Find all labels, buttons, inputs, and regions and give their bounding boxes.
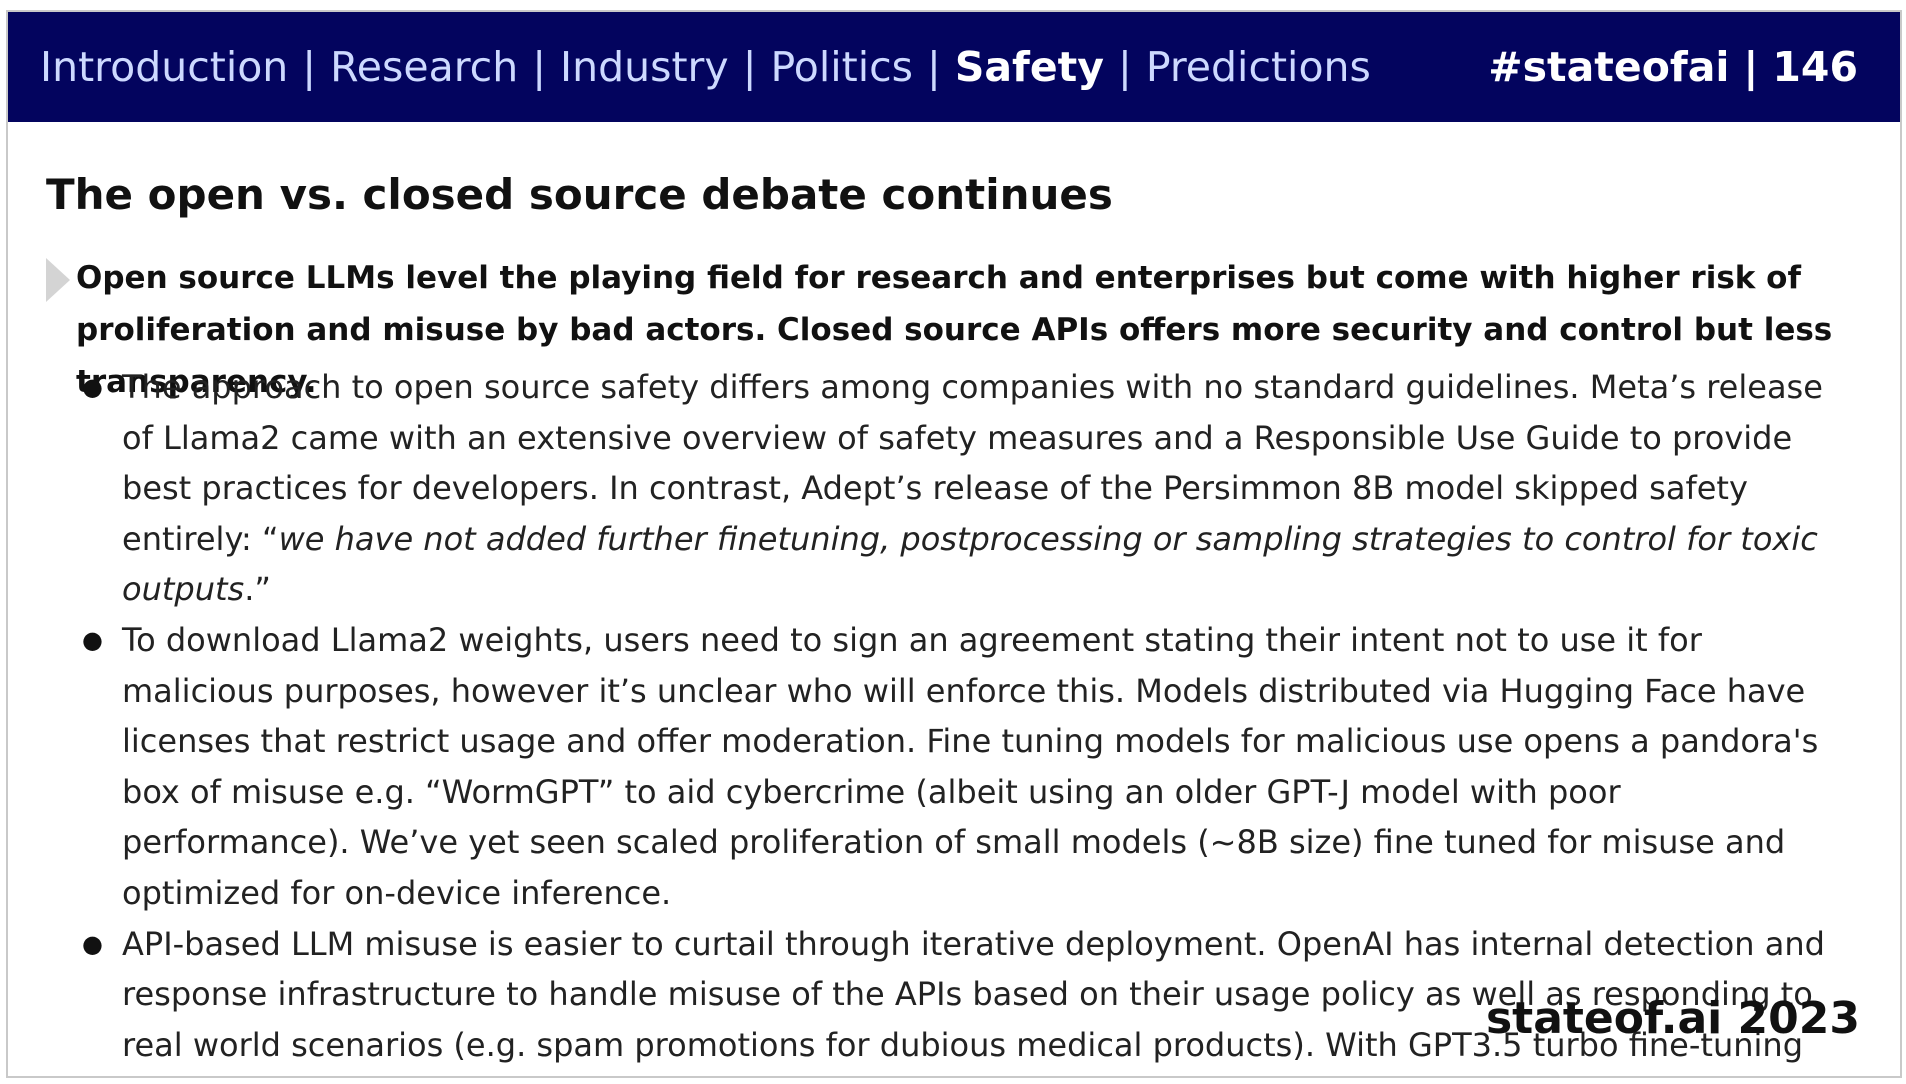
tag-separator: | xyxy=(1743,43,1759,91)
header-bar: Introduction | Research | Industry | Pol… xyxy=(8,12,1900,122)
bullet-text: The approach to open source safety diffe… xyxy=(122,362,1857,615)
slide: Introduction | Research | Industry | Pol… xyxy=(6,10,1902,1078)
nav-separator: | xyxy=(1118,43,1132,91)
bullet-dot-icon: ● xyxy=(82,373,103,401)
nav-separator: | xyxy=(302,43,317,91)
bullet-dot-icon: ● xyxy=(82,625,103,654)
section-nav: Introduction | Research | Industry | Pol… xyxy=(40,43,1371,91)
slide-title: The open vs. closed source debate contin… xyxy=(46,170,1113,219)
footer-brand: stateof.ai 2023 xyxy=(1485,993,1860,1044)
bullet-text: To download Llama2 weights, users need t… xyxy=(122,620,1819,912)
nav-separator: | xyxy=(742,43,757,91)
list-item: ● The approach to open source safety dif… xyxy=(82,362,1857,615)
nav-separator: | xyxy=(532,43,547,91)
nav-separator: | xyxy=(927,43,941,91)
hashtag: #stateofai xyxy=(1488,43,1730,91)
nav-item-safety[interactable]: Safety xyxy=(955,43,1104,91)
bullet-text-after: .” xyxy=(244,570,271,609)
list-item: ● To download Llama2 weights, users need… xyxy=(82,615,1857,919)
nav-item-industry[interactable]: Industry xyxy=(560,43,729,91)
slide-tag: #stateofai | 146 xyxy=(1488,43,1858,91)
nav-item-predictions[interactable]: Predictions xyxy=(1146,43,1371,91)
nav-item-politics[interactable]: Politics xyxy=(771,43,914,91)
bullet-list: ● The approach to open source safety dif… xyxy=(82,362,1857,1076)
bullet-dot-icon: ● xyxy=(82,929,103,958)
bullet-quote: we have not added further finetuning, po… xyxy=(122,519,1818,609)
triangle-arrow-icon xyxy=(46,258,70,302)
nav-item-introduction[interactable]: Introduction xyxy=(40,43,288,91)
nav-item-research[interactable]: Research xyxy=(330,43,518,91)
page-number: 146 xyxy=(1772,43,1858,91)
